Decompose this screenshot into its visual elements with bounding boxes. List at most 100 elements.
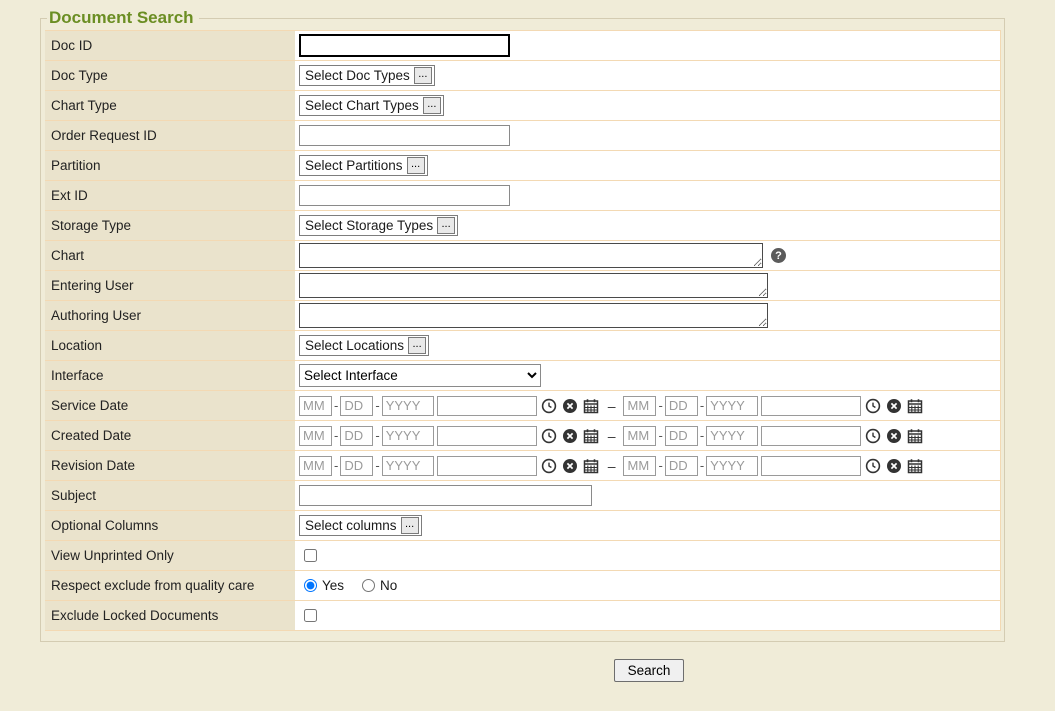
day-input[interactable] xyxy=(665,426,698,446)
quality-care-yes-radio[interactable] xyxy=(304,579,317,592)
year-input[interactable] xyxy=(382,426,434,446)
row-label: Doc Type xyxy=(45,61,295,90)
partition-picker-text: Select Partitions xyxy=(305,158,403,173)
clock-icon[interactable] xyxy=(864,427,882,445)
time-input[interactable] xyxy=(437,426,537,446)
location-browse-button[interactable]: ... xyxy=(408,337,426,354)
doc-id-input[interactable] xyxy=(299,34,510,57)
order-request-id-input[interactable] xyxy=(299,125,510,146)
year-input[interactable] xyxy=(706,426,758,446)
partition-picker[interactable]: Select Partitions ... xyxy=(299,155,428,176)
clear-icon[interactable] xyxy=(561,427,579,445)
row-label: Chart Type xyxy=(45,91,295,120)
search-button[interactable]: Search xyxy=(614,659,685,682)
optional-columns-picker[interactable]: Select columns ... xyxy=(299,515,422,536)
date-range-separator: – xyxy=(608,458,616,474)
time-input[interactable] xyxy=(437,456,537,476)
form-row-service-date: Service Date - - – - xyxy=(45,391,1000,421)
exclude-locked-checkbox[interactable] xyxy=(304,609,317,622)
form-row-subject: Subject xyxy=(45,481,1000,511)
quality-care-no-label: No xyxy=(380,578,397,593)
date-separator: - xyxy=(658,398,662,413)
day-input[interactable] xyxy=(665,396,698,416)
chart-type-browse-button[interactable]: ... xyxy=(423,97,441,114)
clear-icon[interactable] xyxy=(561,457,579,475)
row-label: Chart xyxy=(45,241,295,270)
chart-input[interactable] xyxy=(299,243,763,268)
storage-type-picker[interactable]: Select Storage Types ... xyxy=(299,215,458,236)
calendar-icon[interactable] xyxy=(582,457,600,475)
ext-id-input[interactable] xyxy=(299,185,510,206)
doc-type-picker-text: Select Doc Types xyxy=(305,68,410,83)
clock-icon[interactable] xyxy=(864,397,882,415)
calendar-icon[interactable] xyxy=(582,427,600,445)
month-input[interactable] xyxy=(299,456,332,476)
form-row-optional-columns: Optional Columns Select columns ... xyxy=(45,511,1000,541)
day-input[interactable] xyxy=(340,396,373,416)
date-range-separator: – xyxy=(608,398,616,414)
month-input[interactable] xyxy=(623,396,656,416)
storage-type-browse-button[interactable]: ... xyxy=(437,217,455,234)
form-row-exclude-locked: Exclude Locked Documents xyxy=(45,601,1000,631)
row-label: Authoring User xyxy=(45,301,295,330)
row-label: Partition xyxy=(45,151,295,180)
clock-icon[interactable] xyxy=(540,427,558,445)
calendar-icon[interactable] xyxy=(906,397,924,415)
row-label: Service Date xyxy=(45,391,295,420)
year-input[interactable] xyxy=(382,456,434,476)
calendar-icon[interactable] xyxy=(906,427,924,445)
month-input[interactable] xyxy=(299,426,332,446)
clear-icon[interactable] xyxy=(885,397,903,415)
quality-care-no-radio[interactable] xyxy=(362,579,375,592)
date-separator: - xyxy=(700,428,704,443)
month-input[interactable] xyxy=(623,426,656,446)
form-row-location: Location Select Locations ... xyxy=(45,331,1000,361)
doc-type-picker[interactable]: Select Doc Types ... xyxy=(299,65,435,86)
form-row-ext-id: Ext ID xyxy=(45,181,1000,211)
page-title: Document Search xyxy=(47,8,199,28)
row-label: Location xyxy=(45,331,295,360)
time-input[interactable] xyxy=(761,396,861,416)
time-input[interactable] xyxy=(761,456,861,476)
time-input[interactable] xyxy=(761,426,861,446)
date-separator: - xyxy=(658,428,662,443)
calendar-icon[interactable] xyxy=(582,397,600,415)
interface-select[interactable]: Select Interface xyxy=(299,364,541,387)
subject-input[interactable] xyxy=(299,485,592,506)
authoring-user-input[interactable] xyxy=(299,303,768,328)
month-input[interactable] xyxy=(623,456,656,476)
day-input[interactable] xyxy=(340,426,373,446)
help-icon[interactable]: ? xyxy=(771,248,786,263)
form-row-view-unprinted: View Unprinted Only xyxy=(45,541,1000,571)
location-picker-text: Select Locations xyxy=(305,338,404,353)
partition-browse-button[interactable]: ... xyxy=(407,157,425,174)
location-picker[interactable]: Select Locations ... xyxy=(299,335,429,356)
form-row-doc-type: Doc Type Select Doc Types ... xyxy=(45,61,1000,91)
calendar-icon[interactable] xyxy=(906,457,924,475)
clock-icon[interactable] xyxy=(540,457,558,475)
day-input[interactable] xyxy=(340,456,373,476)
row-label: View Unprinted Only xyxy=(45,541,295,570)
day-input[interactable] xyxy=(665,456,698,476)
row-label: Created Date xyxy=(45,421,295,450)
clock-icon[interactable] xyxy=(540,397,558,415)
chart-type-picker[interactable]: Select Chart Types ... xyxy=(299,95,444,116)
time-input[interactable] xyxy=(437,396,537,416)
optional-columns-browse-button[interactable]: ... xyxy=(401,517,419,534)
entering-user-input[interactable] xyxy=(299,273,768,298)
row-label: Exclude Locked Documents xyxy=(45,601,295,630)
month-input[interactable] xyxy=(299,396,332,416)
year-input[interactable] xyxy=(382,396,434,416)
year-input[interactable] xyxy=(706,456,758,476)
form-row-created-date: Created Date - - – - xyxy=(45,421,1000,451)
row-label: Order Request ID xyxy=(45,121,295,150)
doc-type-browse-button[interactable]: ... xyxy=(414,67,432,84)
clear-icon[interactable] xyxy=(885,457,903,475)
clear-icon[interactable] xyxy=(561,397,579,415)
row-label: Revision Date xyxy=(45,451,295,480)
clock-icon[interactable] xyxy=(864,457,882,475)
row-label: Interface xyxy=(45,361,295,390)
year-input[interactable] xyxy=(706,396,758,416)
clear-icon[interactable] xyxy=(885,427,903,445)
view-unprinted-checkbox[interactable] xyxy=(304,549,317,562)
